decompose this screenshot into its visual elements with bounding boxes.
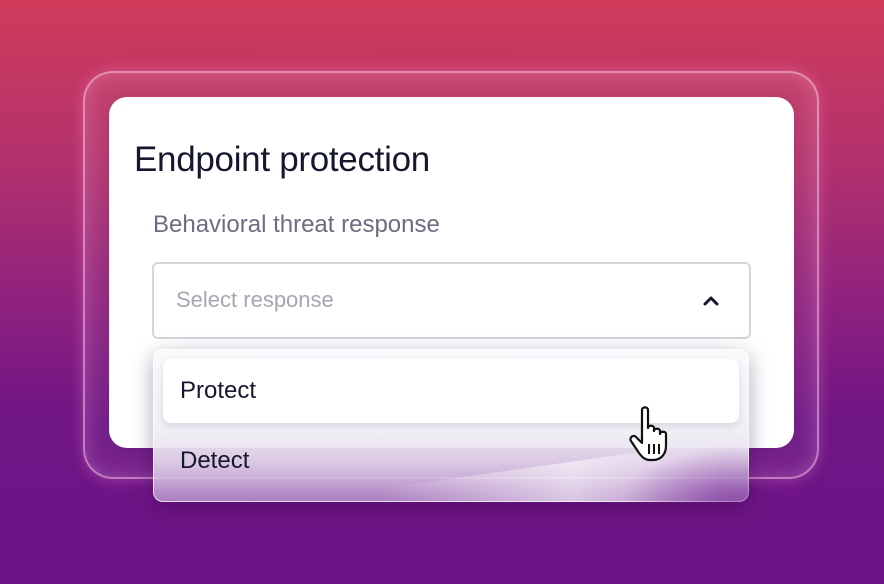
response-select[interactable]: Select response: [152, 262, 751, 339]
hand-pointer-cursor-icon: [629, 406, 668, 462]
field-label: Behavioral threat response: [153, 211, 440, 238]
chevron-up-icon: [703, 296, 719, 306]
select-placeholder: Select response: [176, 287, 334, 312]
card-title: Endpoint protection: [134, 140, 430, 179]
